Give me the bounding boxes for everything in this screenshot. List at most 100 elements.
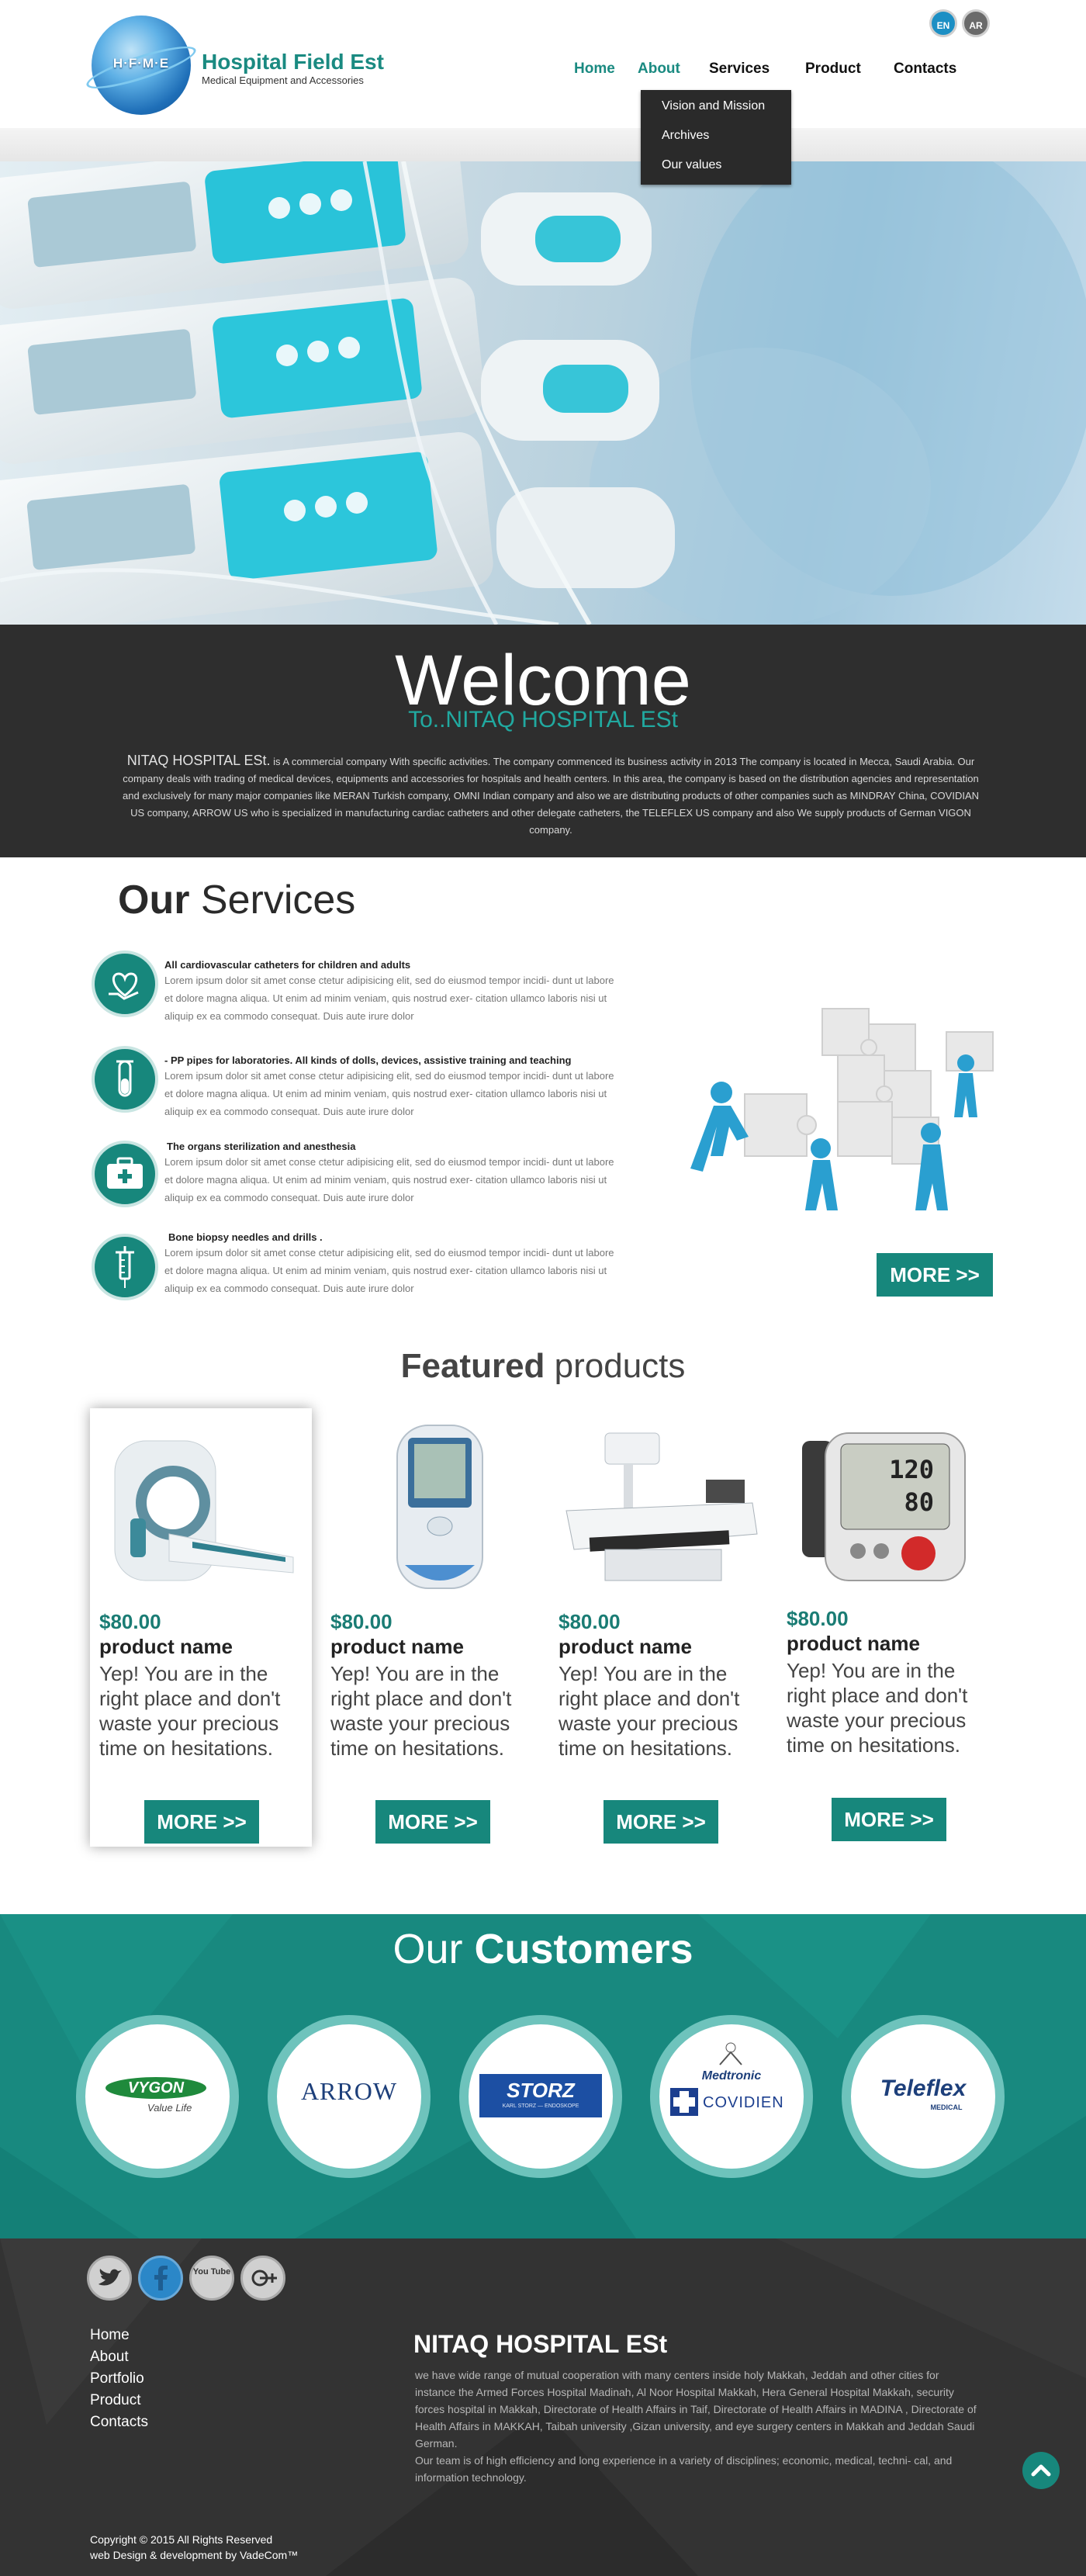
teleflex-wordmark: Teleflex <box>880 2076 967 2101</box>
first-aid-kit-icon <box>92 1141 158 1207</box>
service-text-bone-biopsy: Lorem ipsum dolor sit amet conse ctetur … <box>164 1247 614 1294</box>
product-description: Yep! You are in the right place and don'… <box>787 1659 968 1757</box>
product-card[interactable]: $80.00 product name Yep! You are in the … <box>549 1408 771 1847</box>
covidien-wordmark: COVIDIEN <box>703 2094 784 2111</box>
hero-infusion-pumps-image <box>0 161 1086 625</box>
about-dropdown-menu: Vision and Mission Archives Our values <box>641 90 791 185</box>
footer-description: we have wide range of mutual cooperation… <box>415 2367 980 2486</box>
copyright-text: Copyright © 2015 All Rights Reserved <box>90 2533 273 2546</box>
customer-logo-vygon[interactable]: VYGON Value Life <box>76 2015 239 2178</box>
featured-title-bold: Featured <box>400 1347 545 1385</box>
nav-product[interactable]: Product <box>805 61 861 78</box>
welcome-section: Welcome To..NITAQ HOSPITAL ESt NITAQ HOS… <box>0 625 1086 857</box>
customer-logo-teleflex[interactable]: Teleflex MEDICAL <box>842 2015 1005 2178</box>
header-shadow-strip <box>0 128 1086 161</box>
logo-subtitle: Medical Equipment and Accessories <box>202 74 364 86</box>
hero-banner <box>0 161 1086 625</box>
nav-home[interactable]: Home <box>574 61 615 78</box>
services-more-button[interactable]: MORE >> <box>877 1253 993 1297</box>
product-price: $80.00 <box>559 1610 621 1633</box>
product-more-button[interactable]: MORE >> <box>375 1800 490 1844</box>
medtronic-wordmark: Medtronic <box>701 2069 762 2083</box>
product-name[interactable]: product name <box>559 1635 692 1659</box>
teleflex-tagline: MEDICAL <box>930 2103 963 2111</box>
customers-section: Our Customers VYGON Value Life ARROW STO… <box>0 1914 1086 2238</box>
footer-link-home[interactable]: Home <box>90 2327 130 2344</box>
logo-title[interactable]: Hospital Field Est <box>202 50 384 74</box>
service-title-sterilization: The organs sterilization and anesthesia <box>167 1141 356 1152</box>
covidien-cross-icon <box>670 2088 698 2116</box>
footer-link-product[interactable]: Product <box>90 2392 140 2409</box>
product-card[interactable]: 120 80 $80.00 product name Yep! You are … <box>777 1408 999 1847</box>
featured-title: Featured products <box>0 1347 1086 1386</box>
product-name[interactable]: product name <box>99 1635 233 1659</box>
footer-cooperation-text: we have wide range of mutual cooperation… <box>415 2369 977 2450</box>
x-ray-machine-image <box>565 1432 758 1581</box>
menu-item-vision[interactable]: Vision and Mission <box>662 99 765 113</box>
product-price: $80.00 <box>787 1607 849 1630</box>
product-description: Yep! You are in the right place and don'… <box>559 1662 740 1760</box>
puzzle-teamwork-illustration <box>690 1008 994 1210</box>
welcome-description: NITAQ HOSPITAL ESt. is A commercial comp… <box>116 752 985 839</box>
copyright: Copyright © 2015 All Rights Reserved web… <box>90 2532 298 2563</box>
nav-contacts[interactable]: Contacts <box>894 61 956 78</box>
nav-services[interactable]: Services <box>709 61 770 78</box>
google-plus-icon[interactable] <box>240 2256 285 2301</box>
product-price: $80.00 <box>99 1610 161 1633</box>
customers-title: Our Customers <box>0 1925 1086 1973</box>
youtube-icon-label: You Tube <box>192 2267 231 2277</box>
menu-item-archives[interactable]: Archives <box>662 129 709 143</box>
customers-title-bold: Customers <box>474 1926 693 1972</box>
product-card[interactable]: $80.00 product name Yep! You are in the … <box>90 1408 312 1847</box>
service-text-cardio: Lorem ipsum dolor sit amet conse ctetur … <box>164 975 614 1022</box>
arrow-wordmark: ARROW <box>300 2077 398 2105</box>
footer-link-about[interactable]: About <box>90 2349 129 2366</box>
product-more-button[interactable]: MORE >> <box>144 1800 259 1844</box>
youtube-icon[interactable]: You Tube <box>189 2256 234 2301</box>
ct-scanner-image <box>114 1440 294 1581</box>
footer-link-contacts[interactable]: Contacts <box>90 2414 148 2431</box>
twitter-icon[interactable] <box>87 2256 132 2301</box>
facebook-icon[interactable] <box>138 2256 183 2301</box>
language-ar-button[interactable]: AR <box>962 9 990 37</box>
nav-about[interactable]: About <box>638 61 680 78</box>
featured-title-light: products <box>545 1347 686 1385</box>
scroll-to-top-button[interactable] <box>1022 2452 1060 2489</box>
bp-diastolic-reading: 80 <box>904 1487 934 1517</box>
menu-item-our-values[interactable]: Our values <box>662 158 721 172</box>
product-name[interactable]: product name <box>330 1635 464 1659</box>
product-more-button[interactable]: MORE >> <box>604 1800 718 1844</box>
footer-title: NITAQ HOSPITAL ESt <box>413 2330 668 2358</box>
storz-wordmark: STORZ <box>507 2079 575 2102</box>
chevron-up-icon <box>1031 2464 1051 2477</box>
product-name[interactable]: product name <box>787 1632 920 1656</box>
logo-globe-icon[interactable]: H·F·M·E <box>82 16 200 115</box>
footer-link-portfolio[interactable]: Portfolio <box>90 2370 144 2387</box>
services-title-light: Services <box>189 878 356 923</box>
welcome-subtitle: To..NITAQ HOSPITAL ESt <box>408 707 678 732</box>
product-more-button[interactable]: MORE >> <box>832 1798 946 1841</box>
product-price: $80.00 <box>330 1610 393 1633</box>
logo-letters: H·F·M·E <box>112 56 170 71</box>
product-card[interactable]: $80.00 product name Yep! You are in the … <box>321 1408 543 1847</box>
customer-logo-arrow[interactable]: ARROW <box>268 2015 431 2178</box>
storz-logo-box: STORZ KARL STORZ — ENDOSKOPE <box>479 2074 602 2117</box>
footer-team-text: Our team is of high efficiency and long … <box>415 2454 953 2484</box>
service-title-cardio: All cardiovascular catheters for childre… <box>164 959 411 971</box>
heart-hand-icon <box>92 950 158 1017</box>
product-description: Yep! You are in the right place and don'… <box>330 1662 512 1760</box>
service-title-pp-pipes: - PP pipes for laboratories. All kinds o… <box>164 1054 572 1066</box>
language-en-button[interactable]: EN <box>929 9 957 37</box>
customer-logo-storz[interactable]: STORZ KARL STORZ — ENDOSKOPE <box>459 2015 622 2178</box>
medtronic-figure-icon <box>719 2042 742 2065</box>
welcome-company-name: NITAQ HOSPITAL ESt. <box>126 753 271 768</box>
developer-credit[interactable]: web Design & development by VadeCom™ <box>90 2547 298 2563</box>
test-tube-icon <box>92 1046 158 1113</box>
customers-title-light: Our <box>393 1926 475 1972</box>
customer-logo-covidien[interactable]: Medtronic COVIDIEN <box>650 2015 813 2178</box>
product-description: Yep! You are in the right place and don'… <box>99 1662 281 1760</box>
service-text-sterilization: Lorem ipsum dolor sit amet conse ctetur … <box>164 1156 614 1203</box>
blood-pressure-monitor-image: 120 80 <box>802 1432 966 1581</box>
service-text-pp-pipes: Lorem ipsum dolor sit amet conse ctetur … <box>164 1070 614 1117</box>
glucometer-image <box>396 1425 483 1589</box>
